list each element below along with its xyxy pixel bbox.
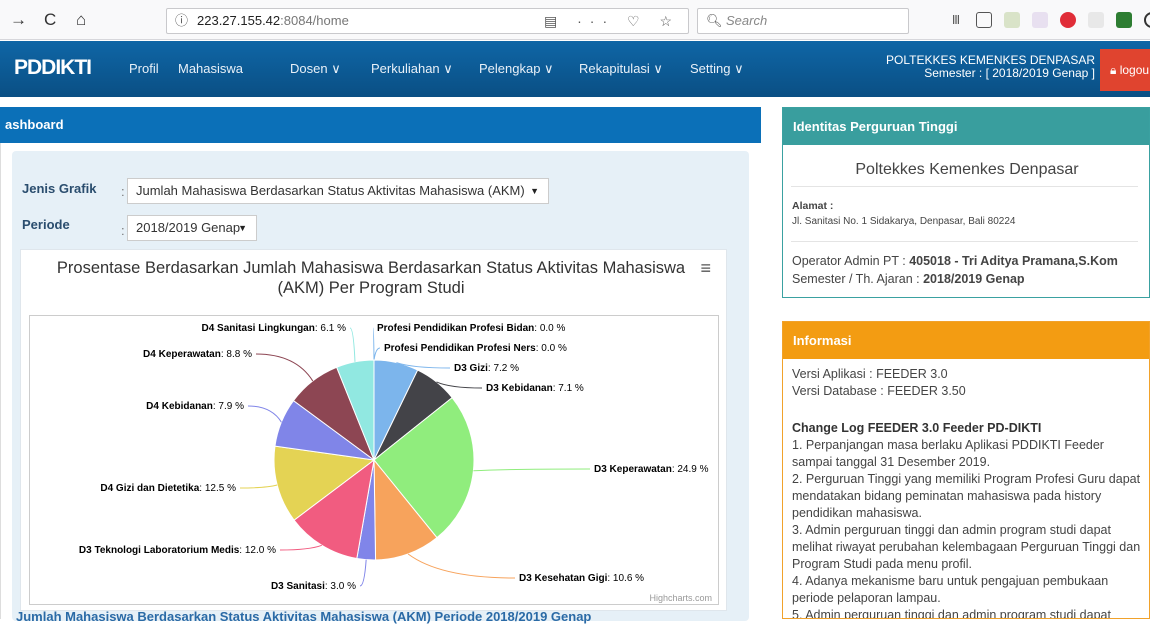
pie-chart: Prosentase Berdasarkan Jumlah Mahasiswa …	[20, 249, 727, 611]
pie-connector	[255, 353, 314, 382]
pie-connector	[373, 347, 381, 361]
search-placeholder: Search	[726, 13, 768, 28]
app-navbar: PDDIKTI Profil Mahasiswa Dosen ∨ Perkuli…	[0, 41, 1150, 97]
jenis-grafik-select[interactable]: Jumlah Mahasiswa Berdasarkan Status Akti…	[127, 178, 549, 204]
table-caption: Jumlah Mahasiswa Berdasarkan Status Akti…	[16, 609, 592, 624]
chart-credits[interactable]: Highcharts.com	[649, 593, 712, 603]
logout-button[interactable]: 🔒︎ logou	[1100, 49, 1150, 91]
extension-icon[interactable]	[1004, 12, 1020, 28]
changelog-body: 1. Perpanjangan masa berlaku Aplikasi PD…	[792, 438, 1141, 619]
pie-connector	[349, 327, 356, 362]
informasi-panel: Informasi Versi Aplikasi : FEEDER 3.0 Ve…	[782, 321, 1150, 619]
pie-data-label: Profesi Pendidikan Profesi Ners: 0.0 %	[384, 343, 567, 354]
pie-connector	[239, 484, 278, 489]
pie-data-label: D3 Gizi: 7.2 %	[454, 363, 519, 374]
alamat-value: Jl. Sanitasi No. 1 Sidakarya, Denpasar, …	[792, 216, 1016, 227]
versi-database: Versi Database : FEEDER 3.50	[792, 384, 966, 398]
nav-dosen[interactable]: Dosen ∨	[290, 61, 341, 77]
pie-connector	[279, 544, 322, 551]
sidebar-icon[interactable]	[976, 12, 992, 28]
periode-label: Periode	[22, 217, 70, 232]
pie-data-label: D3 Keperawatan: 24.9 %	[594, 464, 709, 475]
search-input[interactable]: 🔍︎ Search	[697, 8, 909, 34]
pie-data-label: D3 Kebidanan: 7.1 %	[486, 383, 584, 394]
nav-setting[interactable]: Setting ∨	[690, 61, 744, 77]
divider	[791, 241, 1138, 242]
nav-mahasiswa[interactable]: Mahasiswa	[178, 61, 243, 76]
periode-value: 2018/2019 Genap	[136, 220, 241, 235]
browser-toolbar: → C ⌂ ⓘ 223.27.155.42:8084/home ▤ ··· ♡ …	[0, 0, 1150, 40]
colon: :	[121, 184, 125, 199]
operator-line: Operator Admin PT : 405018 - Tri Aditya …	[792, 253, 1142, 270]
url-host: 223.27.155.42	[197, 13, 281, 28]
logout-label: logou	[1119, 63, 1150, 77]
nav-profil[interactable]: Profil	[129, 61, 159, 76]
chart-title: Prosentase Berdasarkan Jumlah Mahasiswa …	[31, 258, 711, 298]
alamat-label: Alamat :	[792, 200, 834, 212]
campus-info: POLTEKKES KEMENKES DENPASAR Semester : […	[886, 54, 1095, 80]
plot-area: Profesi Pendidikan Profesi Bidan: 0.0 % P…	[29, 315, 719, 605]
semester-label: Semester / Th. Ajaran :	[792, 272, 924, 286]
account-icon[interactable]	[1144, 12, 1150, 28]
jenis-grafik-value: Jumlah Mahasiswa Berdasarkan Status Akti…	[136, 183, 525, 198]
pie-connector	[247, 405, 282, 423]
info-icon[interactable]: ⓘ	[175, 9, 188, 33]
semester-line: Semester / Th. Ajaran : 2018/2019 Genap	[792, 271, 1142, 288]
brand-logo[interactable]: PDDIKTI	[14, 56, 92, 80]
versi-aplikasi: Versi Aplikasi : FEEDER 3.0	[792, 367, 948, 381]
pie-data-label: D3 Teknologi Laboratorium Medis: 12.0 %	[79, 545, 276, 556]
nav-rekapitulasi[interactable]: Rekapitulasi ∨	[579, 61, 663, 77]
semester-value: 2018/2019 Genap	[923, 272, 1025, 286]
chart-menu-icon[interactable]: ≡	[700, 258, 711, 279]
identitas-panel: Identitas Perguruan Tinggi Poltekkes Kem…	[782, 107, 1150, 298]
pie-svg: Profesi Pendidikan Profesi Bidan: 0.0 % P…	[79, 323, 709, 592]
pie-connector	[436, 381, 483, 389]
changelog-title: Change Log FEEDER 3.0 Feeder PD-DIKTI	[792, 421, 1042, 435]
nav-pelengkap[interactable]: Pelengkap ∨	[479, 61, 554, 77]
reload-icon[interactable]: C	[44, 10, 56, 30]
campus-semester: Semester : [ 2018/2019 Genap ]	[924, 66, 1095, 80]
pie-data-label: D4 Gizi dan Dietetika: 12.5 %	[100, 483, 236, 494]
home-icon[interactable]: ⌂	[76, 10, 86, 30]
address-bar[interactable]: ⓘ 223.27.155.42:8084/home ▤ ··· ♡ ☆	[166, 8, 689, 34]
pie-data-label: D4 Kebidanan: 7.9 %	[146, 401, 244, 412]
informasi-header: Informasi	[783, 322, 1149, 359]
extension-icon[interactable]	[1088, 12, 1104, 28]
extension-icon[interactable]	[1116, 12, 1132, 28]
jenis-grafik-label: Jenis Grafik	[22, 181, 97, 196]
periode-select[interactable]: 2018/2019 Genap ▼	[127, 215, 257, 241]
extension-icon[interactable]	[1060, 12, 1076, 28]
extensions-bar: Ⅲ	[948, 10, 1150, 30]
page-actions-icon[interactable]: ▤ ··· ♡ ☆	[544, 9, 680, 33]
identitas-header: Identitas Perguruan Tinggi	[783, 108, 1149, 145]
operator-label: Operator Admin PT :	[792, 254, 910, 268]
institution-name: Poltekkes Kemenkes Denpasar	[855, 161, 1079, 178]
dashboard-header: ashboard	[0, 107, 761, 143]
pie-data-label: Profesi Pendidikan Profesi Bidan: 0.0 %	[377, 323, 566, 334]
dropdown-caret-icon: ▼	[530, 186, 539, 196]
url-path: :8084/home	[280, 13, 349, 28]
pie-data-label: D4 Sanitasi Lingkungan: 6.1 %	[202, 323, 347, 334]
pie-connector	[407, 553, 516, 579]
forward-icon[interactable]: →	[10, 10, 27, 30]
pie-data-label: D3 Sanitasi: 3.0 %	[271, 581, 356, 592]
nav-perkuliahan[interactable]: Perkuliahan ∨	[371, 61, 453, 77]
search-icon: 🔍︎	[706, 13, 723, 28]
dropdown-caret-icon: ▼	[238, 223, 247, 233]
extension-icon[interactable]	[1032, 12, 1048, 28]
library-icon[interactable]: Ⅲ	[948, 12, 964, 28]
pie-connector	[473, 468, 591, 472]
pie-connector	[359, 559, 367, 587]
chart-title-line-2: (AKM) Per Program Studi	[277, 279, 465, 297]
pie-data-label: D4 Keperawatan: 8.8 %	[143, 349, 252, 360]
colon: :	[121, 223, 125, 238]
pie-connector	[372, 327, 375, 361]
pie-data-label: D3 Kesehatan Gigi: 10.6 %	[519, 573, 644, 584]
operator-value: 405018 - Tri Aditya Pramana,S.Kom	[909, 254, 1118, 268]
chart-title-line-1: Prosentase Berdasarkan Jumlah Mahasiswa …	[56, 259, 686, 277]
divider	[791, 186, 1138, 187]
